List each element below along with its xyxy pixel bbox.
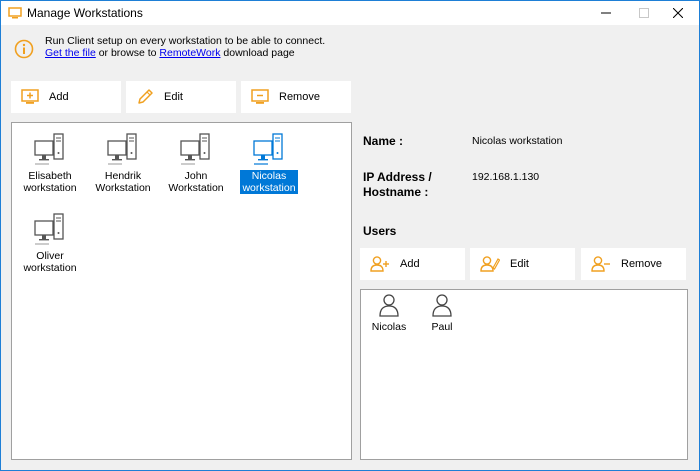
edit-user-label: Edit [510, 258, 529, 270]
remove-monitor-icon [251, 89, 269, 104]
edit-user-button[interactable]: Edit [470, 248, 575, 280]
user-item-paul[interactable]: Paul [417, 293, 467, 333]
edit-workstation-button[interactable]: Edit [126, 81, 236, 113]
name-label: Name : [363, 134, 404, 148]
workstation-item-elisabeth[interactable]: Elisabeth workstation [19, 131, 81, 194]
workstation-label-line2: workstation [23, 182, 77, 194]
add-user-button[interactable]: Add [360, 248, 465, 280]
info-middle-text: or browse to [95, 47, 160, 59]
workstation-label-line1: Elisabeth [28, 170, 72, 182]
ip-address-value: 192.168.1.130 [472, 171, 540, 183]
info-end-text: download page [220, 47, 295, 59]
remove-workstation-button[interactable]: Remove [241, 81, 351, 113]
workstation-item-nicolas[interactable]: Nicolas workstation [238, 131, 300, 194]
workstation-item-oliver[interactable]: Oliver workstation [19, 211, 81, 274]
remove-user-label: Remove [621, 258, 662, 270]
user-name: Paul [431, 321, 453, 333]
workstation-label-line1: Oliver [36, 250, 64, 262]
workstation-label-line1: John [184, 170, 208, 182]
workstation-label-line2: Workstation [95, 182, 151, 194]
user-name: Nicolas [371, 321, 407, 333]
remove-workstation-label: Remove [279, 91, 320, 103]
add-workstation-button[interactable]: Add [11, 81, 121, 113]
close-button[interactable] [655, 1, 699, 25]
person-icon [432, 294, 452, 317]
workstation-label: Oliver workstation [21, 250, 78, 274]
users-heading: Users [363, 224, 397, 238]
users-list[interactable]: Nicolas Paul [360, 289, 688, 460]
get-the-file-link[interactable]: Get the file [45, 47, 96, 59]
workstation-label: Nicolas workstation [240, 170, 298, 194]
remove-user-button[interactable]: Remove [581, 248, 686, 280]
user-remove-icon [591, 256, 610, 272]
info-circle-icon [14, 39, 34, 62]
workstation-label-line2: workstation [242, 182, 296, 194]
info-banner: Run Client setup on every workstation to… [1, 25, 699, 81]
maximize-icon [639, 8, 649, 18]
info-text: Run Client setup on every workstation to… [45, 35, 326, 47]
edit-workstation-label: Edit [164, 91, 183, 103]
workstation-label-line2: workstation [23, 262, 77, 274]
ip-label-line2: Hostname : [363, 185, 429, 199]
window-title: Manage Workstations [27, 6, 143, 20]
ip-label-line1: IP Address / [363, 170, 432, 184]
workstation-label-line2: Workstation [168, 182, 224, 194]
add-monitor-icon [21, 89, 39, 104]
user-item-nicolas[interactable]: Nicolas [364, 293, 414, 333]
workstation-item-hendrik[interactable]: Hendrik Workstation [92, 131, 154, 194]
desktop-computer-icon [34, 133, 64, 165]
workstation-label-line1: Nicolas [251, 170, 287, 182]
workstation-list[interactable]: Elisabeth workstation Hendrik Workstation [11, 122, 352, 460]
workstation-label: John Workstation [166, 170, 225, 194]
desktop-computer-icon [180, 133, 210, 165]
remotework-link[interactable]: RemoteWork [159, 47, 220, 59]
workstation-item-john[interactable]: John Workstation [165, 131, 227, 194]
close-icon [673, 8, 683, 18]
desktop-computer-icon [253, 133, 283, 165]
minimize-icon [601, 12, 611, 14]
name-value: Nicolas workstation [472, 135, 563, 147]
manage-workstations-window: Manage Workstations Run Client setup on … [0, 0, 700, 471]
workstation-label: Elisabeth workstation [21, 170, 78, 194]
ip-address-label: IP Address / Hostname : [363, 170, 432, 200]
user-add-icon [370, 256, 389, 272]
desktop-computer-icon [34, 213, 64, 245]
workstation-label-line1: Hendrik [104, 170, 142, 182]
pencil-icon [138, 89, 153, 104]
desktop-computer-icon [107, 133, 137, 165]
user-edit-icon [480, 256, 500, 272]
add-user-label: Add [400, 258, 420, 270]
title-bar: Manage Workstations [1, 1, 699, 25]
workstation-label: Hendrik Workstation [93, 170, 152, 194]
monitor-icon [8, 7, 22, 22]
person-icon [379, 294, 399, 317]
add-workstation-label: Add [49, 91, 69, 103]
info-links-line: Get the file or browse to RemoteWork dow… [45, 47, 295, 59]
